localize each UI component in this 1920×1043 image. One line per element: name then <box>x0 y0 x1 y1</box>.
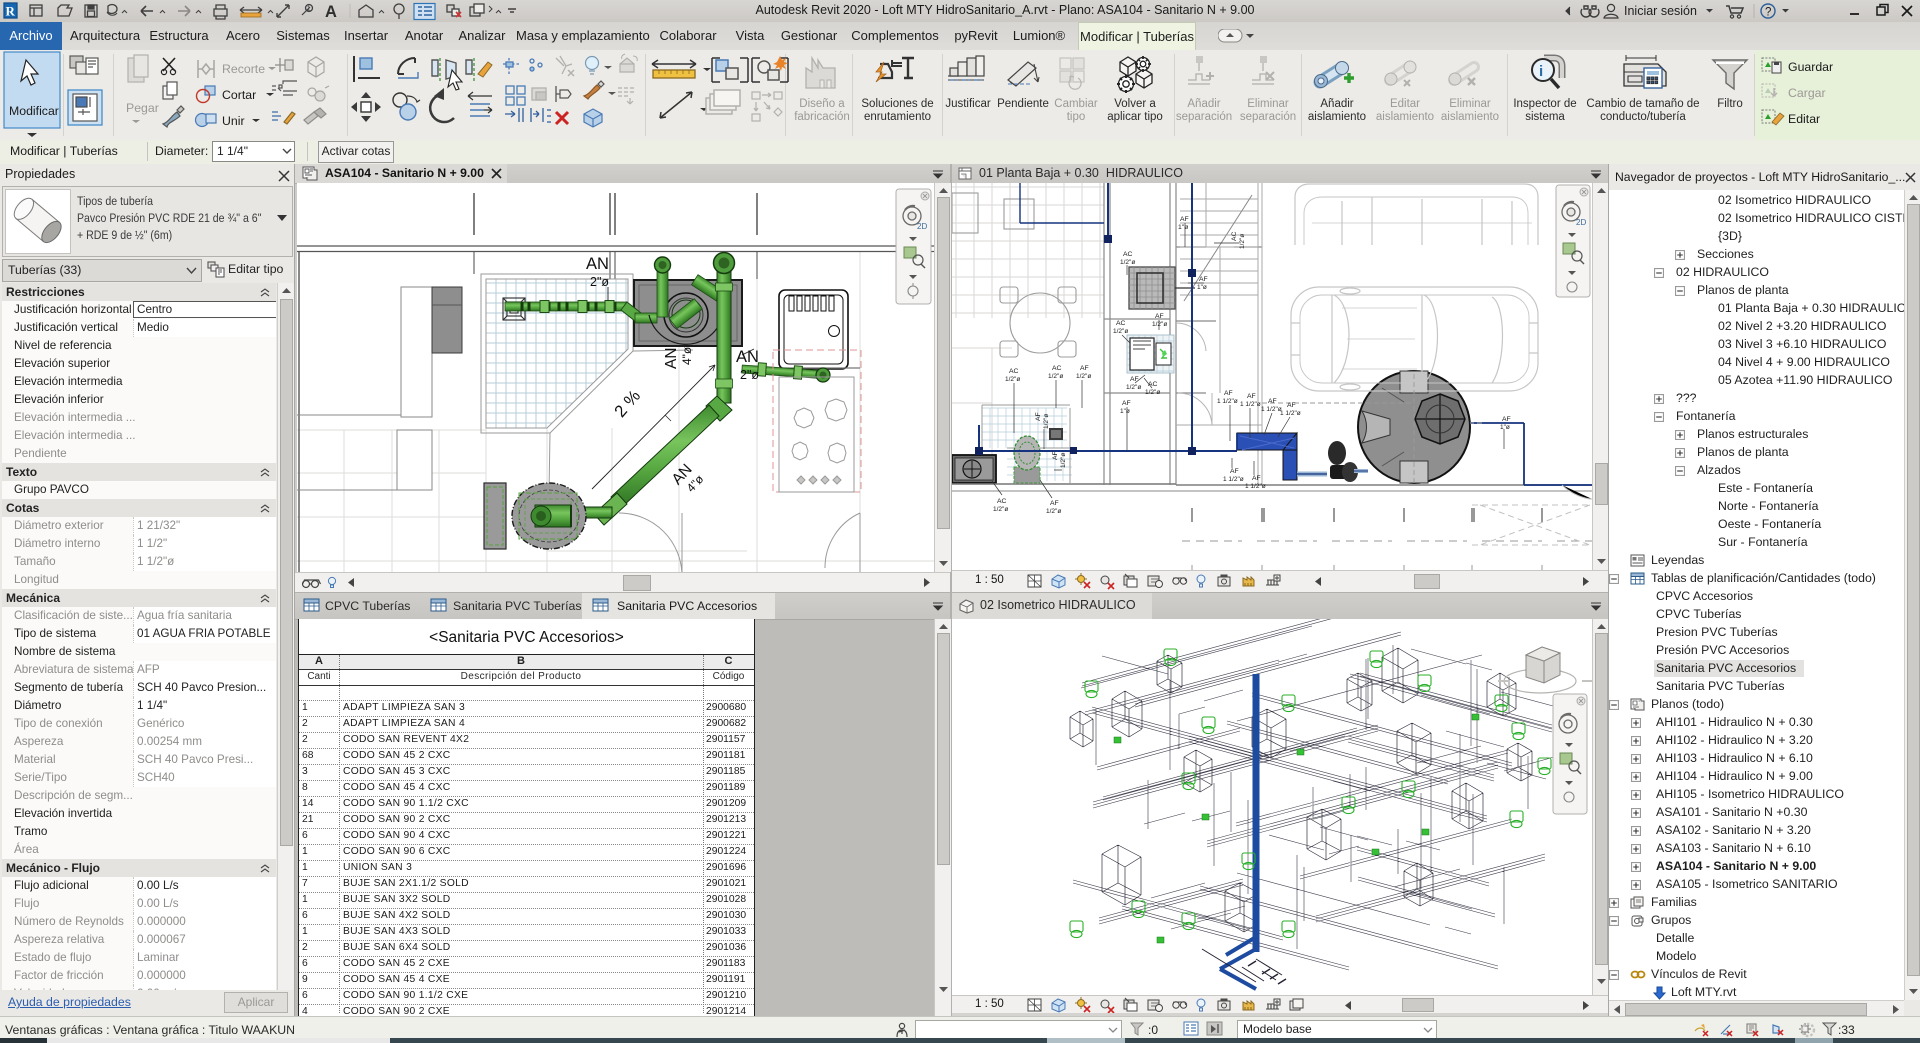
svg-text:AF: AF <box>1287 402 1296 409</box>
svg-text:Editar: Editar <box>1788 112 1820 126</box>
svg-text:1/2"ø: 1/2"ø <box>1239 234 1246 249</box>
svg-text:AC: AC <box>1116 320 1126 327</box>
svg-text:1/2"ø: 1/2"ø <box>1043 414 1050 429</box>
svg-text:1"ø: 1"ø <box>1197 284 1207 291</box>
svg-text:1/2"ø: 1/2"ø <box>1046 508 1061 515</box>
svg-text:1/2"ø: 1/2"ø <box>1076 373 1091 380</box>
svg-text:AF: AF <box>1052 451 1059 460</box>
svg-text:AF: AF <box>1199 276 1208 283</box>
svg-text:1"ø: 1"ø <box>1120 408 1130 415</box>
svg-text:1/2"ø: 1/2"ø <box>1113 328 1128 335</box>
svg-text:2 %: 2 % <box>611 386 645 421</box>
svg-text:4"ø: 4"ø <box>680 346 694 365</box>
svg-text:1"ø: 1"ø <box>1178 224 1188 231</box>
svg-text:R: R <box>6 4 16 19</box>
svg-text:1/2"ø: 1/2"ø <box>1145 389 1160 396</box>
svg-text:2D: 2D <box>917 222 927 231</box>
svg-text:?: ? <box>1765 7 1771 19</box>
svg-text:Cortar: Cortar <box>222 88 256 102</box>
svg-text:AC: AC <box>1123 251 1133 258</box>
svg-text:AF: AF <box>1230 468 1239 475</box>
svg-text:1/2"ø: 1/2"ø <box>1120 259 1135 266</box>
svg-text:AN: AN <box>736 348 759 366</box>
svg-text:AF: AF <box>1180 216 1189 223</box>
svg-text:2"ø: 2"ø <box>740 368 759 382</box>
svg-text:1/2"ø: 1/2"ø <box>1060 453 1067 468</box>
svg-text:AF: AF <box>1035 412 1042 421</box>
svg-text:i: i <box>1539 63 1543 80</box>
svg-text:1/2"ø: 1/2"ø <box>1048 373 1063 380</box>
svg-text:AC: AC <box>1052 365 1062 372</box>
svg-text:AF: AF <box>1252 475 1261 482</box>
svg-text:AF: AF <box>1247 393 1256 400</box>
svg-text:AF: AF <box>1155 313 1164 320</box>
svg-text:Pegar: Pegar <box>126 101 159 115</box>
svg-text:1 1/2"ø: 1 1/2"ø <box>1223 476 1244 483</box>
svg-text:Iniciar sesión: Iniciar sesión <box>1624 4 1697 18</box>
svg-text:AF: AF <box>1080 365 1089 372</box>
svg-text:1/2"ø: 1/2"ø <box>1126 384 1141 391</box>
svg-text:1 1/2"ø: 1 1/2"ø <box>1217 398 1238 405</box>
svg-text:Cargar: Cargar <box>1788 86 1826 100</box>
svg-text:1/2"ø: 1/2"ø <box>1152 321 1167 328</box>
svg-text:1 1/2"ø: 1 1/2"ø <box>1245 483 1266 490</box>
svg-text:1/2"ø: 1/2"ø <box>1005 376 1020 383</box>
svg-text:AF: AF <box>1502 416 1511 423</box>
svg-text:1 1/2"ø: 1 1/2"ø <box>1240 401 1261 408</box>
svg-text:2"ø: 2"ø <box>590 275 609 289</box>
svg-text:1"ø: 1"ø <box>1500 424 1510 431</box>
svg-text:Unir: Unir <box>222 114 245 128</box>
svg-text:AF: AF <box>1050 500 1059 507</box>
svg-text:AF: AF <box>1268 398 1277 405</box>
svg-text:1/2"ø: 1/2"ø <box>993 506 1008 513</box>
svg-text:AF: AF <box>1122 400 1131 407</box>
svg-text:AF: AF <box>1224 390 1233 397</box>
svg-text:AN: AN <box>663 347 680 369</box>
svg-text:AN: AN <box>586 255 609 273</box>
svg-text:AC: AC <box>997 498 1007 505</box>
svg-text:1 1/2"ø: 1 1/2"ø <box>1261 406 1282 413</box>
svg-text:Guardar: Guardar <box>1788 60 1833 74</box>
svg-text:1 1/2"ø: 1 1/2"ø <box>1280 410 1301 417</box>
svg-text:AC: AC <box>1009 368 1019 375</box>
svg-text:Recorte: Recorte <box>222 62 265 76</box>
svg-text:Modificar: Modificar <box>9 104 59 118</box>
svg-text:AC: AC <box>1231 231 1238 241</box>
svg-text:AF: AF <box>1130 376 1139 383</box>
svg-text:2D: 2D <box>1576 218 1586 227</box>
